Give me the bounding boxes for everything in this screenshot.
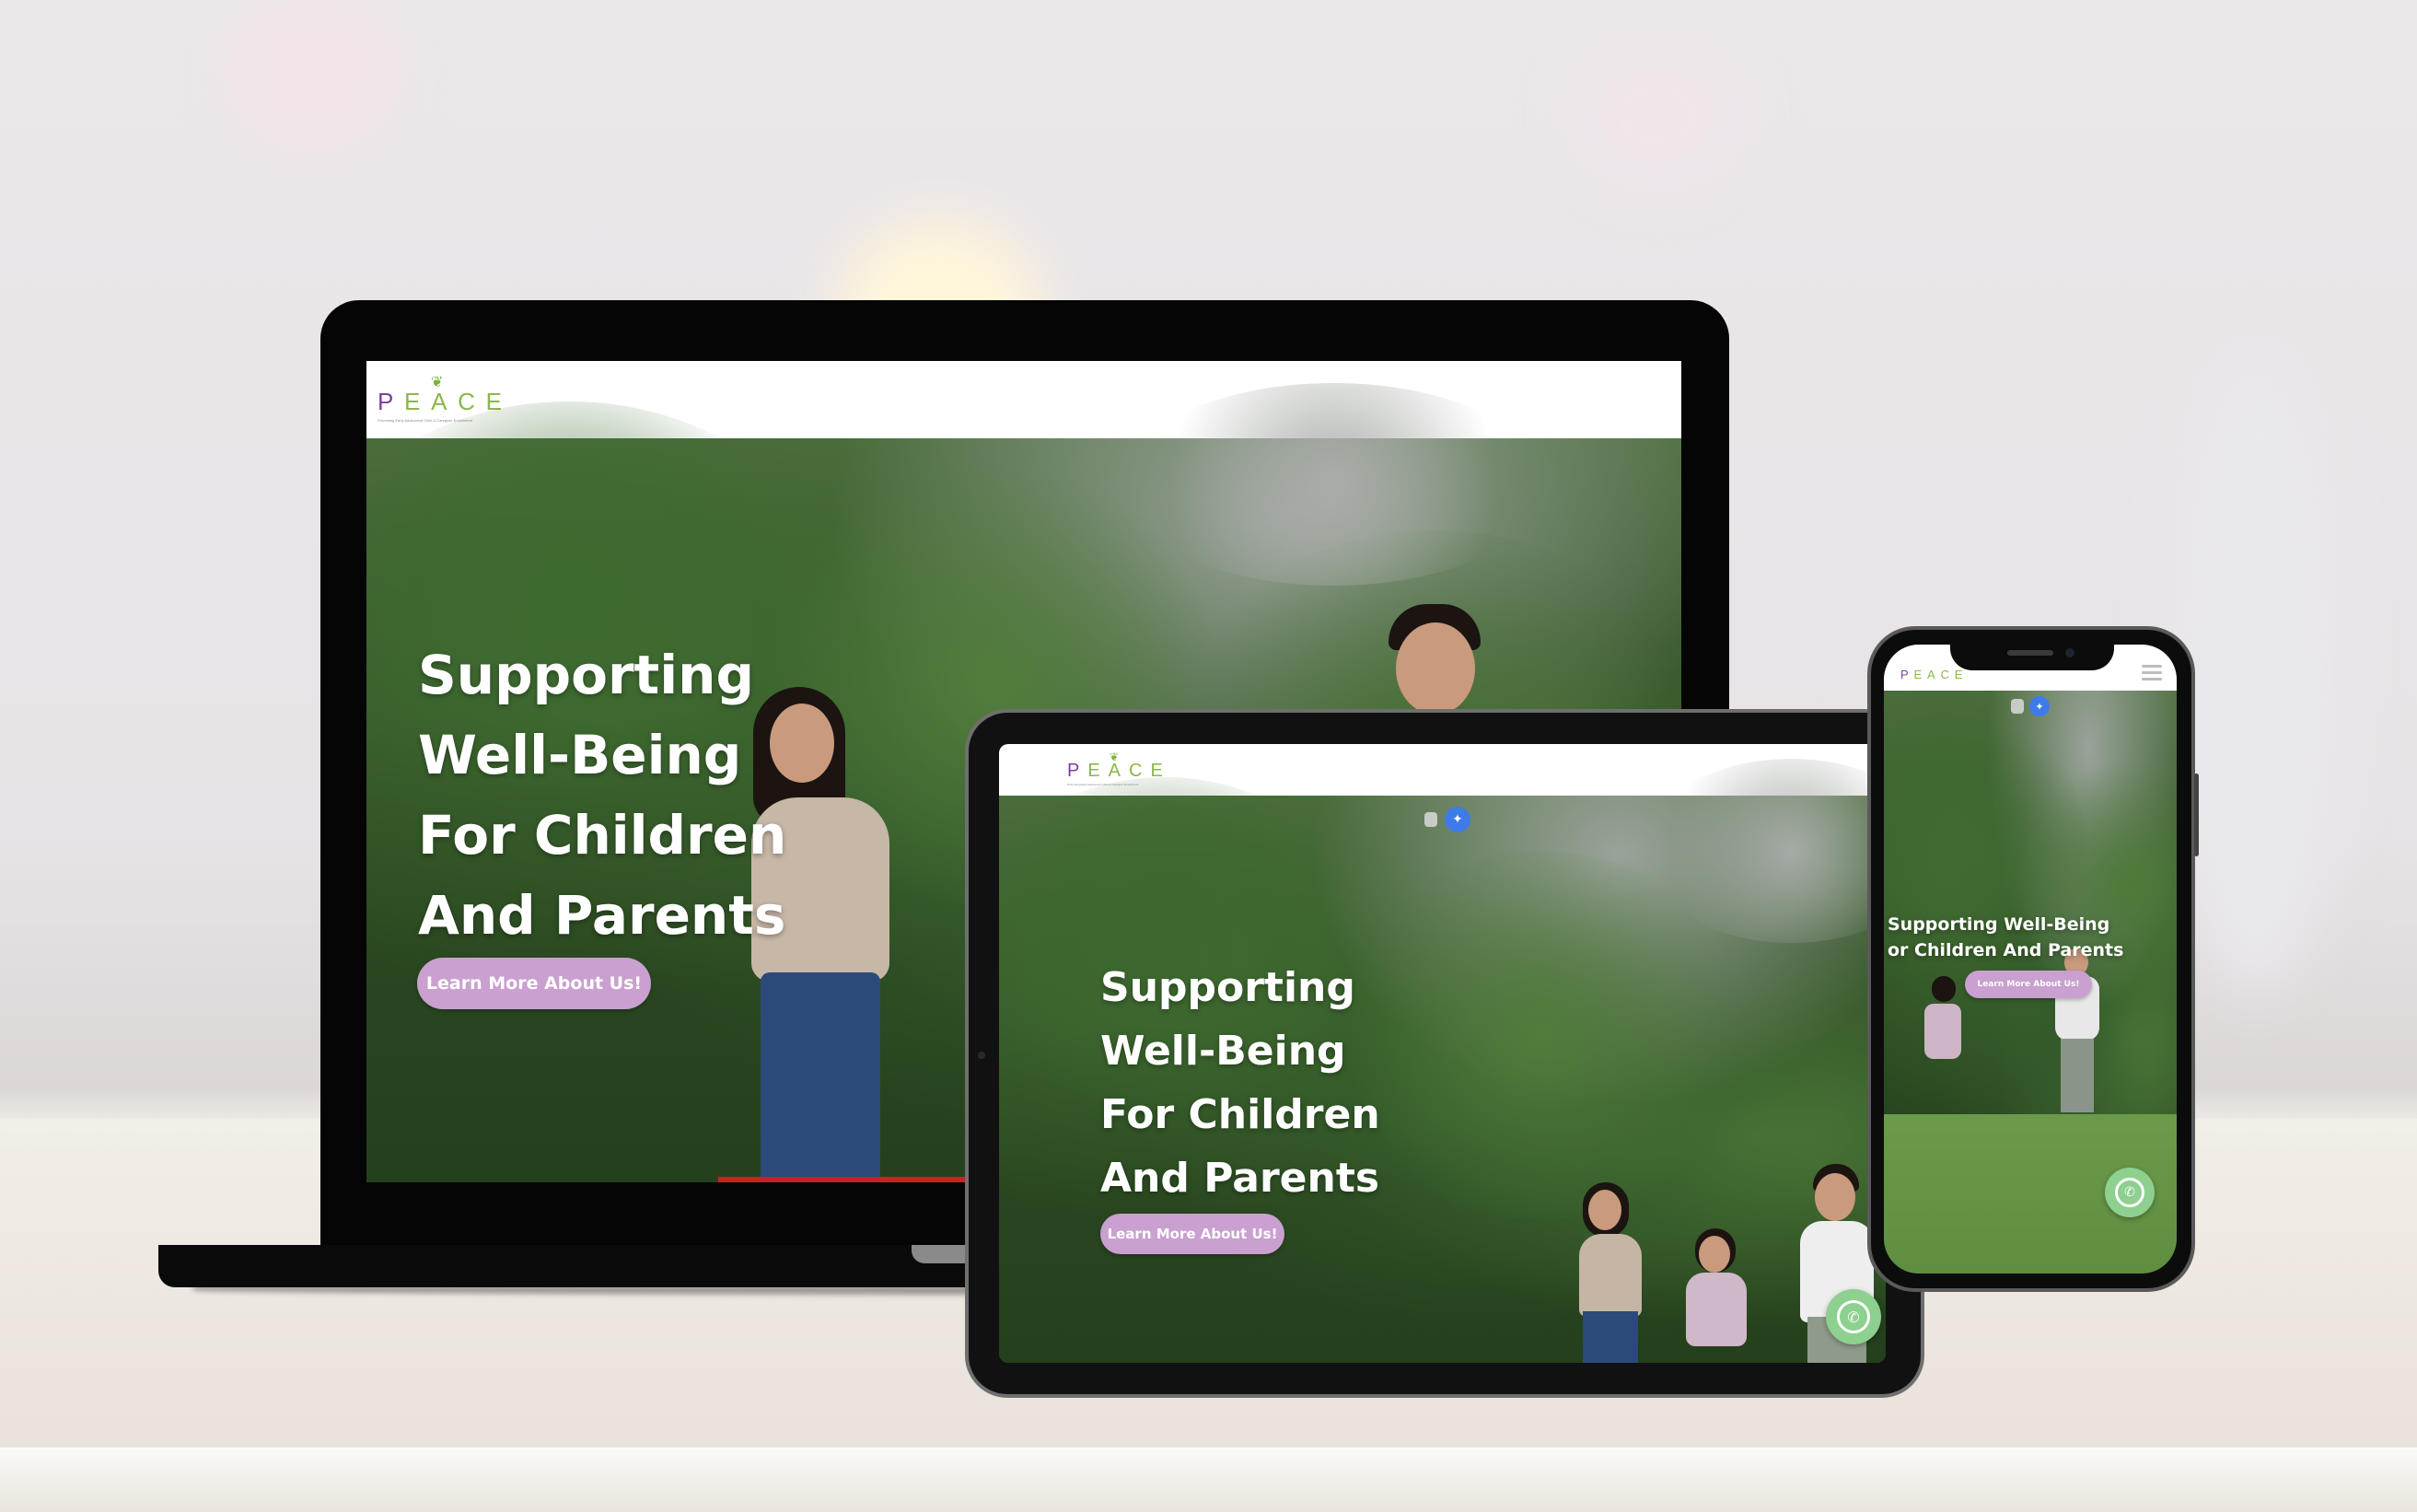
whatsapp-button[interactable]: ✆ xyxy=(2105,1168,2155,1217)
hero-title: Supporting Well-Being or Children And Pa… xyxy=(1888,912,2123,963)
hero-title: Supporting Well-Being For Children And P… xyxy=(418,635,786,956)
girl-figure xyxy=(1921,976,1967,1114)
bokeh-light xyxy=(1565,37,1749,193)
hero-title-line: And Parents xyxy=(418,884,786,947)
hero-section: ✦ Supporting Well-Being For Children And… xyxy=(999,759,1886,1363)
leaf-icon: ❦ xyxy=(1110,750,1120,763)
bokeh-light xyxy=(230,0,396,147)
hero-title-line: For Children xyxy=(1100,1091,1380,1138)
hero-title-line: Well-Being xyxy=(418,724,742,786)
copy-icon[interactable] xyxy=(1424,812,1437,827)
floating-tools: ✦ xyxy=(2011,696,2050,716)
hero-title-line: Supporting xyxy=(1100,964,1355,1011)
hero-title: Supporting Well-Being For Children And P… xyxy=(1100,956,1380,1210)
hamburger-menu-icon[interactable] xyxy=(2142,665,2162,680)
logo-wordmark: PEACE xyxy=(1900,667,1969,681)
whatsapp-button[interactable]: ✆ xyxy=(1826,1289,1881,1344)
whatsapp-icon: ✆ xyxy=(1837,1300,1870,1333)
hero-title-line: Supporting xyxy=(418,644,754,706)
hero-title-line: Supporting Well-Being xyxy=(1888,914,2110,935)
table-edge xyxy=(0,1448,2417,1512)
hero-title-line: And Parents xyxy=(1100,1155,1380,1202)
copy-icon[interactable] xyxy=(2011,699,2024,714)
tablet-camera xyxy=(978,1052,985,1059)
phone-camera xyxy=(2065,648,2074,657)
phone-speaker xyxy=(2007,650,2053,656)
accessibility-icon[interactable]: ✦ xyxy=(2029,696,2050,716)
sky-patch xyxy=(1121,383,1545,586)
learn-more-button[interactable]: Learn More About Us! xyxy=(417,958,651,1009)
hero-section: ✦ Supporting Well-Being or Children And … xyxy=(1884,691,2177,1274)
floating-tools: ✦ xyxy=(1424,807,1470,832)
hero-title-line: Well-Being xyxy=(1100,1028,1346,1075)
hero-title-line: or Children And Parents xyxy=(1888,940,2124,960)
phone-screen: PEACE ✦ Supporting Well-Being or Childre… xyxy=(1884,645,2177,1274)
girl-figure xyxy=(1680,1228,1754,1363)
accessibility-icon[interactable]: ✦ xyxy=(1445,807,1470,832)
logo[interactable]: PEACE xyxy=(1900,668,1968,681)
woman-figure xyxy=(1570,1182,1653,1363)
tablet-screen: ❦ PEACE Promoting Early Adolescent Child… xyxy=(999,744,1886,1363)
leaf-icon: ❦ xyxy=(431,373,444,390)
learn-more-button[interactable]: Learn More About Us! xyxy=(1100,1214,1284,1254)
whatsapp-icon: ✆ xyxy=(2115,1178,2144,1207)
phone-side-button xyxy=(2194,773,2199,856)
learn-more-button[interactable]: Learn More About Us! xyxy=(1965,971,2092,998)
hero-title-line: For Children xyxy=(418,804,787,866)
